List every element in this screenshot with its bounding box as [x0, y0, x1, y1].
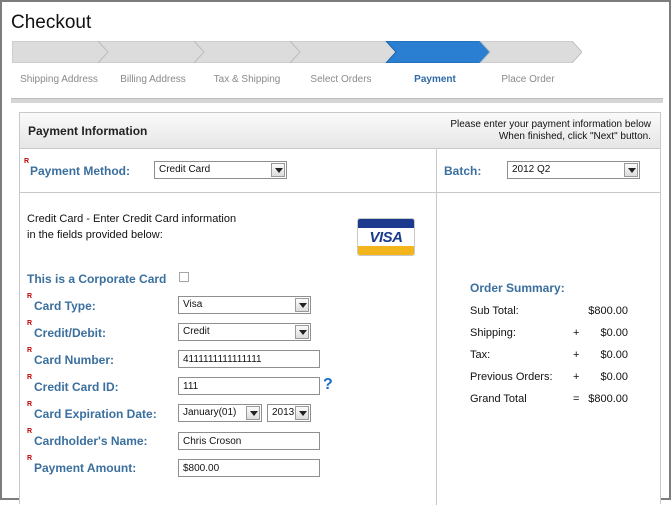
visa-logo: VISA	[357, 218, 415, 256]
corporate-card-label: This is a Corporate Card	[27, 272, 167, 286]
step-arrow-tax-shipping	[193, 41, 301, 63]
required-marker: R	[24, 158, 30, 165]
summary-label-shipping: Shipping:	[470, 327, 516, 339]
page-title: Checkout	[11, 12, 92, 33]
order-summary-title: Order Summary:	[470, 281, 565, 295]
chevron-down-icon	[271, 163, 285, 177]
summary-label-grand-total: Grand Total	[470, 393, 527, 405]
step-shipping-address[interactable]: Shipping Address	[13, 74, 105, 85]
card-type-value: Visa	[183, 299, 203, 310]
summary-value-shipping: $0.00	[600, 327, 628, 339]
row-divider	[20, 192, 660, 193]
corporate-card-checkbox[interactable]	[179, 272, 189, 282]
chevron-down-icon	[624, 163, 638, 177]
card-type-select[interactable]: Visa	[178, 296, 311, 314]
step-select-orders[interactable]: Select Orders	[295, 74, 387, 85]
summary-value-grand-total: $800.00	[588, 393, 628, 405]
expiration-year-select[interactable]: 2013	[267, 404, 311, 422]
column-divider	[436, 149, 437, 505]
chevron-down-icon	[295, 406, 309, 420]
required-marker: R	[27, 428, 33, 435]
credit-card-id-label: Credit Card ID:	[34, 380, 119, 394]
expiration-month-value: January(01)	[183, 407, 237, 418]
step-tax-shipping[interactable]: Tax & Shipping	[201, 74, 293, 85]
visa-logo-text: VISA	[369, 229, 403, 246]
required-marker: R	[27, 320, 33, 327]
card-intro-line-2: in the fields provided below:	[27, 229, 163, 241]
panel-hint-line-1: Please enter your payment information be…	[450, 119, 651, 130]
summary-label-subtotal: Sub Total:	[470, 305, 519, 317]
summary-value-previous-orders: $0.00	[600, 371, 628, 383]
payment-method-value: Credit Card	[159, 164, 211, 175]
credit-debit-value: Credit	[183, 326, 210, 337]
visa-logo-bottom-band	[358, 246, 414, 255]
payment-amount-label: Payment Amount:	[34, 461, 137, 475]
batch-value: 2012 Q2	[512, 164, 551, 175]
payment-amount-input[interactable]: $800.00	[178, 459, 320, 477]
card-number-label: Card Number:	[34, 353, 115, 367]
step-payment[interactable]: Payment	[389, 74, 481, 85]
expiration-date-label: Card Expiration Date:	[34, 407, 157, 421]
required-marker: R	[27, 455, 33, 462]
batch-select[interactable]: 2012 Q2	[507, 161, 640, 179]
required-marker: R	[27, 374, 33, 381]
card-intro-line-1: Credit Card - Enter Credit Card informat…	[27, 213, 237, 225]
required-marker: R	[27, 401, 33, 408]
panel-hint-line-2: When finished, click "Next" button.	[498, 131, 651, 142]
payment-method-select[interactable]: Credit Card	[154, 161, 287, 179]
credit-debit-label: Credit/Debit:	[34, 326, 106, 340]
chevron-down-icon	[295, 298, 309, 312]
cardholder-name-input[interactable]: Chris Croson	[178, 432, 320, 450]
required-marker: R	[27, 347, 33, 354]
chevron-down-icon	[246, 406, 260, 420]
step-billing-address[interactable]: Billing Address	[107, 74, 199, 85]
credit-debit-select[interactable]: Credit	[178, 323, 311, 341]
summary-label-previous-orders: Previous Orders:	[470, 371, 553, 383]
batch-label: Batch:	[444, 164, 482, 178]
step-arrow-payment	[385, 41, 491, 63]
panel-instructions: Please enter your payment information be…	[450, 119, 651, 143]
card-intro-text: Credit Card - Enter Credit Card informat…	[27, 211, 236, 243]
credit-card-id-input[interactable]: 111	[178, 377, 320, 395]
checkout-progress-bar	[12, 41, 582, 63]
section-divider	[11, 98, 663, 103]
chevron-down-icon	[295, 325, 309, 339]
panel-title: Payment Information	[28, 124, 148, 138]
required-marker: R	[27, 293, 33, 300]
checkout-window: Checkout Shipping Address Billing Addres…	[0, 0, 671, 505]
step-arrow-select-orders	[289, 41, 397, 63]
panel-header: Payment Information Please enter your pa…	[20, 113, 660, 149]
expiration-month-select[interactable]: January(01)	[178, 404, 262, 422]
card-type-label: Card Type:	[34, 299, 96, 313]
cardholder-name-label: Cardholder's Name:	[34, 434, 148, 448]
payment-information-panel: Payment Information Please enter your pa…	[19, 112, 661, 505]
step-arrow-place-order	[479, 41, 582, 63]
step-place-order[interactable]: Place Order	[482, 74, 574, 85]
step-arrow-shipping-address	[12, 41, 109, 63]
summary-value-tax: $0.00	[600, 349, 628, 361]
payment-method-label: Payment Method:	[30, 164, 131, 178]
question-icon[interactable]: ?	[323, 376, 333, 394]
visa-logo-top-band	[358, 219, 414, 228]
step-arrow-billing-address	[97, 41, 205, 63]
summary-label-tax: Tax:	[470, 349, 491, 361]
card-number-input[interactable]: 4111111111111111	[178, 350, 320, 368]
summary-value-subtotal: $800.00	[588, 305, 628, 317]
expiration-year-value: 2013	[272, 407, 295, 418]
